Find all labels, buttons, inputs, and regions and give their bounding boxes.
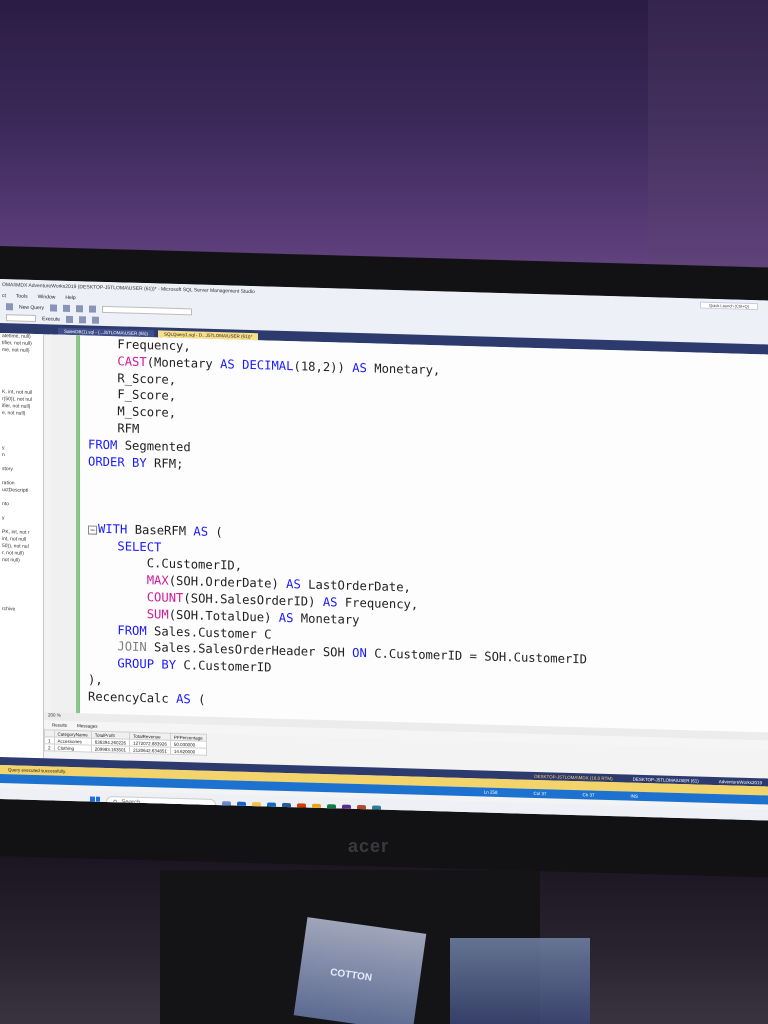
grid-cell[interactable]: 14.620000 bbox=[170, 747, 207, 756]
menu-item-help[interactable]: Help bbox=[65, 295, 75, 301]
quick-launch-input[interactable]: Quick Launch (Ctrl+Q) bbox=[700, 301, 758, 310]
monitor-screen: OMAI\MDX AdventureWorks2019 (DESKTOP-J5T… bbox=[0, 279, 768, 821]
redo-icon[interactable] bbox=[89, 305, 97, 313]
results-grid-icon[interactable] bbox=[79, 316, 87, 324]
collapse-icon: − bbox=[88, 525, 97, 535]
undo-icon[interactable] bbox=[76, 305, 84, 313]
line-number: Ln 258 bbox=[483, 789, 498, 795]
parse-icon[interactable] bbox=[66, 315, 74, 324]
new-query-icon[interactable] bbox=[6, 303, 13, 311]
object-explorer: atetime, null) tifier, not null) me, not n… bbox=[0, 333, 44, 775]
database-info: AdventureWorks2019 bbox=[718, 778, 762, 785]
menu-item[interactable]: ct bbox=[2, 293, 6, 299]
object-explorer-item[interactable]: rchive bbox=[0, 606, 43, 614]
grid-cell[interactable]: 2 bbox=[44, 743, 55, 752]
insert-mode: INS bbox=[630, 793, 638, 799]
object-explorer-item[interactable]: me, not null) bbox=[0, 347, 43, 355]
tab-messages[interactable]: Messages bbox=[77, 723, 98, 729]
comment-icon[interactable] bbox=[92, 316, 100, 324]
grid-cell[interactable]: Clothing bbox=[54, 744, 92, 753]
sql-code[interactable]: Frequency, CAST(Monetary AS DECIMAL(18,2… bbox=[88, 335, 768, 724]
execute-button[interactable]: Execute bbox=[42, 316, 60, 323]
menu-item-window[interactable]: Window bbox=[38, 294, 56, 300]
query-editor[interactable]: Frequency, CAST(Monetary AS DECIMAL(18,2… bbox=[50, 334, 768, 733]
background-wall-right bbox=[648, 0, 768, 280]
column-number: Col 37 bbox=[533, 790, 547, 797]
database-select[interactable] bbox=[6, 314, 36, 323]
object-explorer-item[interactable]: uctDescripti bbox=[0, 487, 43, 495]
editor-gutter bbox=[50, 334, 80, 714]
new-query-button[interactable]: New Query bbox=[19, 304, 44, 311]
object-explorer-item[interactable]: e, not null) bbox=[0, 410, 43, 418]
save-icon[interactable] bbox=[63, 304, 71, 312]
status-text: Query executed successfully. bbox=[8, 767, 67, 774]
grid-cell[interactable]: 209983.163501 bbox=[91, 745, 130, 754]
char-number: Ch 37 bbox=[582, 792, 595, 798]
change-indicator bbox=[76, 335, 80, 714]
search-combo[interactable] bbox=[102, 305, 193, 316]
product-box bbox=[450, 938, 590, 1024]
grid-cell[interactable]: 2120642.634851 bbox=[129, 746, 171, 755]
tab-results[interactable]: Results bbox=[52, 722, 67, 727]
monitor-brand-logo: acer bbox=[348, 836, 390, 856]
open-icon[interactable] bbox=[50, 304, 58, 312]
menu-item-tools[interactable]: Tools bbox=[16, 293, 28, 299]
workspace: atetime, null) tifier, not null) me, not n… bbox=[0, 333, 768, 821]
